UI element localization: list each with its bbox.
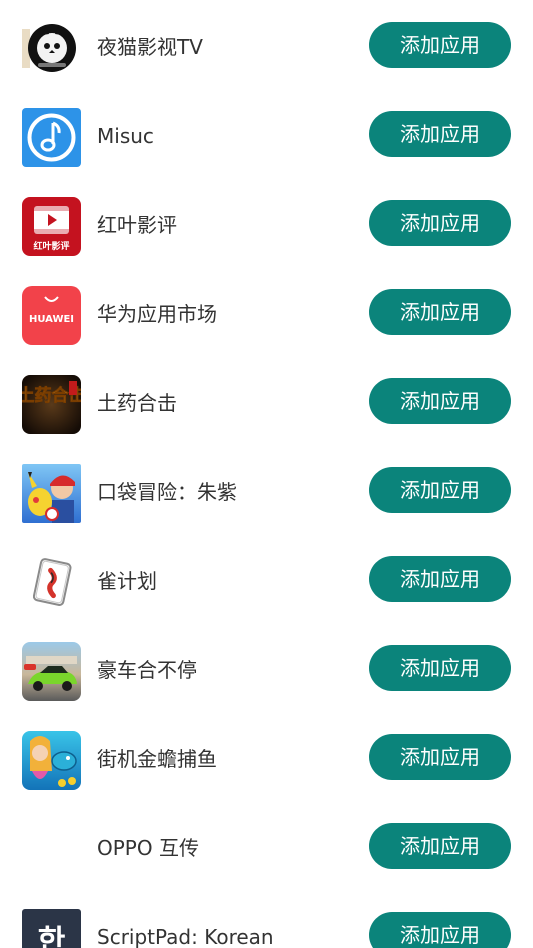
- app-row-mahjong: 雀计划 添加应用: [0, 534, 533, 623]
- race-car-icon: [22, 642, 81, 701]
- app-name: 土药合击: [97, 391, 177, 415]
- app-row-scriptpad: 한 ScriptPad: Korean 添加应用: [0, 890, 533, 948]
- app-name: ScriptPad: Korean: [97, 925, 274, 948]
- fishing-game-icon: [22, 731, 81, 790]
- game-logo-icon: 土药合击: [22, 375, 81, 434]
- app-row-race-car: 豪车合不停 添加应用: [0, 623, 533, 712]
- app-name: 口袋冒险：朱紫: [97, 480, 237, 504]
- app-row-misuc: Misuc 添加应用: [0, 89, 533, 178]
- app-name: 雀计划: [97, 569, 157, 593]
- app-row-game: 土药合击 土药合击 添加应用: [0, 356, 533, 445]
- app-name: 豪车合不停: [97, 658, 197, 682]
- add-app-button[interactable]: 添加应用: [369, 200, 511, 246]
- app-row-night-cat: 夜猫影视TV 添加应用: [0, 0, 533, 89]
- app-name: 夜猫影视TV: [97, 35, 203, 59]
- app-name: 街机金蟾捕鱼: [97, 747, 217, 771]
- mahjong-tile-icon: [22, 553, 81, 612]
- add-app-button[interactable]: 添加应用: [369, 734, 511, 780]
- app-name: Misuc: [97, 124, 154, 148]
- app-row-fishing: 街机金蟾捕鱼 添加应用: [0, 712, 533, 801]
- app-name: 红叶影评: [97, 213, 177, 237]
- app-row-oppo-share: OPPO 互传 添加应用: [0, 801, 533, 890]
- app-name: OPPO 互传: [97, 836, 199, 860]
- scriptpad-icon: 한: [22, 909, 81, 948]
- add-app-button[interactable]: 添加应用: [369, 289, 511, 335]
- svg-text:红叶影评: 红叶影评: [33, 240, 69, 252]
- add-app-button[interactable]: 添加应用: [369, 912, 511, 948]
- svg-text:한: 한: [38, 924, 66, 948]
- add-app-button[interactable]: 添加应用: [369, 22, 511, 68]
- oppo-share-icon: [22, 820, 81, 879]
- huawei-appgallery-icon: HUAWEI: [22, 286, 81, 345]
- add-app-button[interactable]: 添加应用: [369, 556, 511, 602]
- app-row-video-review: 红叶影评 红叶影评 添加应用: [0, 178, 533, 267]
- video-review-icon: 红叶影评: [22, 197, 81, 256]
- night-cat-icon: [22, 19, 81, 78]
- add-app-button[interactable]: 添加应用: [369, 645, 511, 691]
- app-name: 华为应用市场: [97, 302, 217, 326]
- app-row-pokemon: 口袋冒险：朱紫 添加应用: [0, 445, 533, 534]
- add-app-button[interactable]: 添加应用: [369, 111, 511, 157]
- add-app-button[interactable]: 添加应用: [369, 823, 511, 869]
- add-app-button[interactable]: 添加应用: [369, 467, 511, 513]
- app-list: 夜猫影视TV 添加应用 Misuc 添加应用 红叶影评 红叶影评 添加应用 HU…: [0, 0, 533, 948]
- music-note-icon: [22, 108, 81, 167]
- app-row-huawei-appgallery: HUAWEI 华为应用市场 添加应用: [0, 267, 533, 356]
- add-app-button[interactable]: 添加应用: [369, 378, 511, 424]
- pokemon-game-icon: [22, 464, 81, 523]
- svg-text:HUAWEI: HUAWEI: [29, 314, 74, 325]
